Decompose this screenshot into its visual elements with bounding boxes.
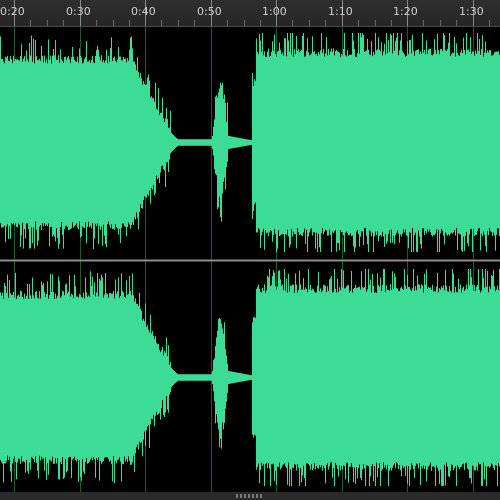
timeline-minor-tick xyxy=(178,20,179,26)
timeline-minor-tick xyxy=(489,20,490,26)
timeline-ruler[interactable]: 0:20 0:30 0:40 0:50 1:00 1:10 1:20 1:30 xyxy=(0,0,500,27)
channel-right-waveform[interactable] xyxy=(0,269,500,486)
timeline-minor-tick xyxy=(113,20,114,26)
channel-left-waveform[interactable] xyxy=(0,33,500,252)
waveform-canvas[interactable] xyxy=(0,27,500,492)
timeline-minor-tick xyxy=(358,20,359,26)
timeline-minor-tick xyxy=(325,20,326,26)
timeline-label: 0:20 xyxy=(0,5,25,18)
timeline-minor-tick xyxy=(96,20,97,26)
timeline-label: 1:10 xyxy=(328,5,353,18)
timeline-label: 0:50 xyxy=(197,5,222,18)
timeline-minor-tick xyxy=(375,20,376,26)
timeline-minor-tick xyxy=(63,20,64,26)
timeline-minor-tick xyxy=(309,20,310,26)
timeline-minor-tick xyxy=(292,20,293,26)
grip-icon xyxy=(236,494,264,498)
timeline-minor-tick xyxy=(161,20,162,26)
timeline-label: 1:30 xyxy=(459,5,484,18)
timeline-minor-tick xyxy=(260,20,261,26)
waveform-view[interactable] xyxy=(0,27,500,492)
timeline-minor-tick xyxy=(30,20,31,26)
timeline-label: 0:40 xyxy=(131,5,156,18)
timeline-minor-tick xyxy=(456,20,457,26)
timeline-label: 1:00 xyxy=(262,5,287,18)
resize-handle[interactable] xyxy=(0,492,500,500)
timeline-label: 0:30 xyxy=(66,5,91,18)
timeline-label: 1:20 xyxy=(393,5,418,18)
timeline-minor-tick xyxy=(47,20,48,26)
timeline-minor-tick xyxy=(129,20,130,26)
timeline-minor-tick xyxy=(440,20,441,26)
timeline-minor-tick xyxy=(244,20,245,26)
timeline-minor-tick xyxy=(194,20,195,26)
timeline-minor-tick xyxy=(391,20,392,26)
timeline-minor-tick xyxy=(227,20,228,26)
timeline-minor-tick xyxy=(423,20,424,26)
